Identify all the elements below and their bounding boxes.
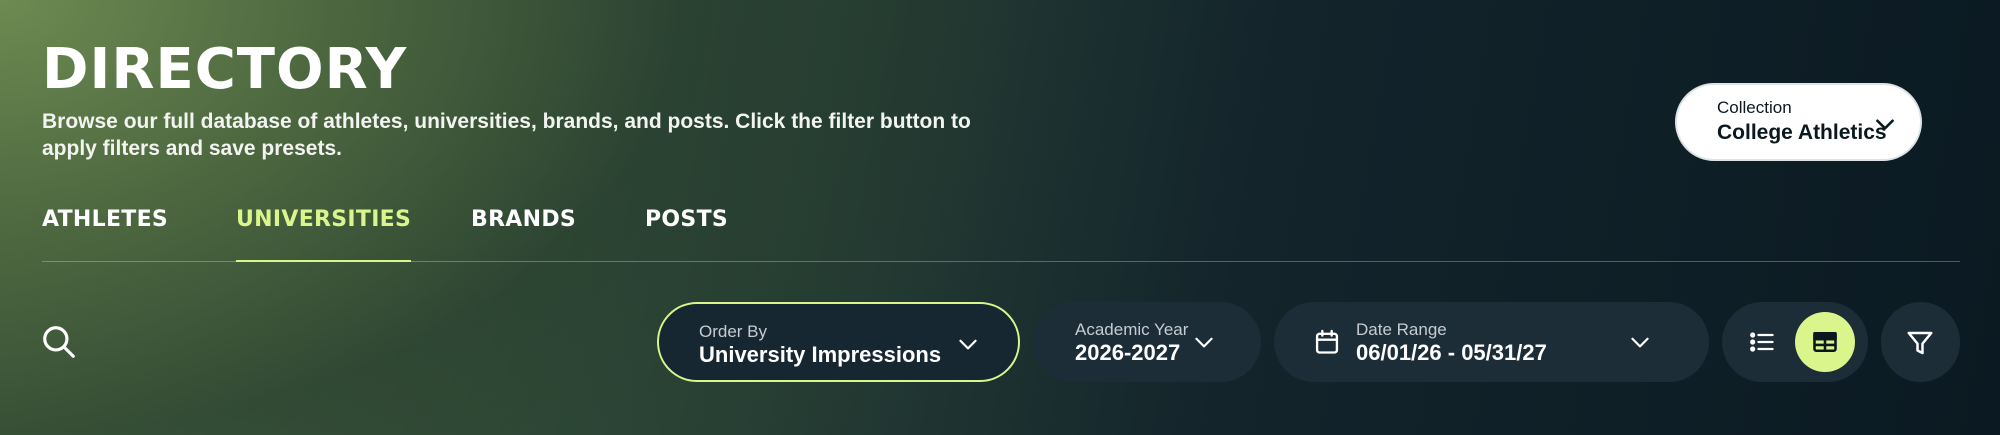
chevron-down-icon <box>1876 119 1894 130</box>
table-view-button[interactable] <box>1795 312 1855 372</box>
filter-button[interactable] <box>1881 302 1960 382</box>
calendar-icon <box>1315 329 1339 354</box>
page-header: DIRECTORY Browse our full database of at… <box>42 38 1042 162</box>
filter-icon <box>1907 331 1933 355</box>
page-title: DIRECTORY <box>42 37 408 102</box>
list-view-button[interactable] <box>1732 312 1792 372</box>
order-by-label: Order By <box>699 322 768 341</box>
view-toggle <box>1722 302 1868 382</box>
list-view-icon <box>1750 332 1774 352</box>
order-by-value: University Impressions <box>699 342 942 367</box>
chevron-down-icon <box>1631 337 1649 348</box>
date-range-value: 06/01/26 - 05/31/27 <box>1356 340 1547 365</box>
academic-year-value: 2026-2027 <box>1075 340 1181 365</box>
tab-athletes[interactable]: ATHLETES <box>42 200 168 262</box>
date-range-picker[interactable]: Date Range 06/01/26 - 05/31/27 <box>1274 302 1709 382</box>
academic-year-dropdown[interactable]: Academic Year 2026-2027 <box>1033 302 1261 382</box>
order-by-dropdown[interactable]: Order By University Impressions <box>657 302 1020 382</box>
academic-year-label: Academic Year <box>1075 320 1189 339</box>
chevron-down-icon <box>959 339 977 350</box>
chevron-down-icon <box>1195 337 1213 348</box>
search-icon[interactable] <box>40 323 78 361</box>
collection-value: College Athletics <box>1717 121 1887 144</box>
collection-label: Collection <box>1717 98 1792 117</box>
tab-posts[interactable]: POSTS <box>645 200 728 262</box>
page-subtitle: Browse our full database of athletes, un… <box>42 110 971 160</box>
tab-universities[interactable]: UNIVERSITIES <box>236 200 412 262</box>
table-view-icon <box>1813 331 1837 353</box>
date-range-label: Date Range <box>1356 320 1447 339</box>
tab-brands[interactable]: BRANDS <box>471 200 576 262</box>
directory-tabs: ATHLETES UNIVERSITIES BRANDS POSTS <box>42 200 1960 262</box>
collection-dropdown[interactable]: Collection College Athletics <box>1675 83 1922 161</box>
